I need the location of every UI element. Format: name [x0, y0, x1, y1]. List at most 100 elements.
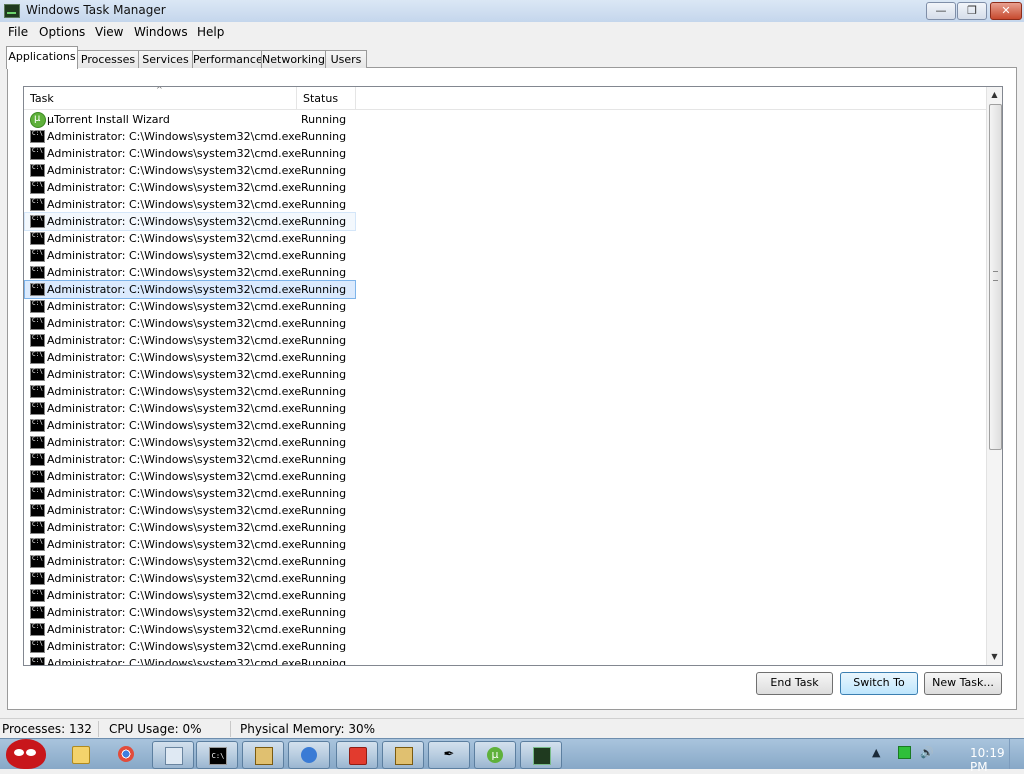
tab-networking[interactable]: Networking [261, 50, 326, 68]
cmd-icon [30, 521, 45, 534]
list-item[interactable]: Administrator: C:\Windows\system32\cmd.e… [25, 417, 355, 434]
scroll-down-icon[interactable]: ▼ [987, 649, 1002, 665]
end-task-button[interactable]: End Task [756, 672, 833, 695]
restore-button[interactable]: ❐ [957, 2, 987, 20]
list-item[interactable]: Administrator: C:\Windows\system32\cmd.e… [25, 366, 355, 383]
taskbar-notepad[interactable] [152, 741, 194, 769]
new-task-button[interactable]: New Task... [924, 672, 1002, 695]
list-item[interactable]: Administrator: C:\Windows\system32\cmd.e… [25, 485, 355, 502]
show-desktop-button[interactable] [1009, 739, 1024, 769]
cmd-icon [30, 147, 45, 160]
scroll-up-icon[interactable]: ▲ [987, 87, 1002, 103]
taskbar-task-manager[interactable] [520, 741, 562, 769]
task-status: Running [301, 283, 347, 296]
cmd-icon [30, 606, 45, 619]
menu-options[interactable]: Options [39, 25, 85, 39]
tab-processes[interactable]: Processes [77, 50, 139, 68]
tab-users[interactable]: Users [325, 50, 367, 68]
list-item[interactable]: Administrator: C:\Windows\system32\cmd.e… [24, 212, 356, 231]
task-name: Administrator: C:\Windows\system32\cmd.e… [47, 453, 302, 466]
list-item[interactable]: Administrator: C:\Windows\system32\cmd.e… [25, 349, 355, 366]
cmd-icon [30, 317, 45, 330]
cmd-icon [30, 181, 45, 194]
task-status: Running [301, 334, 347, 347]
taskbar-video[interactable] [336, 741, 378, 769]
list-item[interactable]: µTorrent Install Wizard Running [25, 111, 355, 128]
disk-icon [255, 747, 273, 765]
list-item[interactable]: Administrator: C:\Windows\system32\cmd.e… [25, 502, 355, 519]
task-status: Running [301, 504, 347, 517]
taskbar-chrome[interactable] [106, 741, 146, 767]
network-icon[interactable] [898, 746, 911, 759]
menu-windows[interactable]: Windows [134, 25, 188, 39]
title-bar: Windows Task Manager — ❐ ✕ [0, 0, 1024, 23]
vertical-scrollbar[interactable]: ▲ ▼ [986, 87, 1002, 665]
list-item[interactable]: Administrator: C:\Windows\system32\cmd.e… [25, 145, 355, 162]
list-item[interactable]: Administrator: C:\Windows\system32\cmd.e… [25, 655, 355, 665]
taskbar-paint[interactable] [288, 741, 330, 769]
close-button[interactable]: ✕ [990, 2, 1022, 20]
start-button[interactable] [2, 737, 48, 769]
minimize-button[interactable]: — [926, 2, 956, 20]
volume-icon[interactable]: 🔊 [920, 746, 934, 759]
applications-list[interactable]: ^ Task Status µTorrent Install Wizard Run… [23, 86, 1003, 666]
list-item[interactable]: Administrator: C:\Windows\system32\cmd.e… [25, 400, 355, 417]
switch-to-button[interactable]: Switch To [840, 672, 918, 695]
list-item[interactable]: Administrator: C:\Windows\system32\cmd.e… [25, 434, 355, 451]
list-item[interactable]: Administrator: C:\Windows\system32\cmd.e… [25, 451, 355, 468]
list-item[interactable]: Administrator: C:\Windows\system32\cmd.e… [25, 179, 355, 196]
list-item[interactable]: Administrator: C:\Windows\system32\cmd.e… [25, 468, 355, 485]
cmd-icon [30, 453, 45, 466]
list-item[interactable]: Administrator: C:\Windows\system32\cmd.e… [25, 638, 355, 655]
task-name: Administrator: C:\Windows\system32\cmd.e… [47, 181, 302, 194]
cmd-icon [30, 130, 45, 143]
taskbar-utorrent[interactable]: µ [474, 741, 516, 769]
taskbar-disk[interactable] [242, 741, 284, 769]
list-item[interactable]: Administrator: C:\Windows\system32\cmd.e… [25, 315, 355, 332]
tab-applications[interactable]: Applications [6, 46, 78, 69]
task-name: Administrator: C:\Windows\system32\cmd.e… [47, 402, 302, 415]
list-item[interactable]: Administrator: C:\Windows\system32\cmd.e… [25, 332, 355, 349]
cmd-icon [30, 215, 45, 228]
menu-help[interactable]: Help [197, 25, 224, 39]
column-header-task[interactable]: ^ Task [24, 87, 297, 109]
taskbar-feather[interactable]: ✒ [428, 741, 470, 769]
menu-view[interactable]: View [95, 25, 123, 39]
scroll-thumb[interactable] [989, 104, 1002, 450]
column-label-status: Status [303, 92, 339, 105]
tools-icon [395, 747, 413, 765]
list-item[interactable]: Administrator: C:\Windows\system32\cmd.e… [24, 280, 356, 299]
taskbar-cmd[interactable]: C:\ [196, 741, 238, 769]
list-item[interactable]: Administrator: C:\Windows\system32\cmd.e… [25, 553, 355, 570]
list-item[interactable]: Administrator: C:\Windows\system32\cmd.e… [25, 196, 355, 213]
list-item[interactable]: Administrator: C:\Windows\system32\cmd.e… [25, 230, 355, 247]
menu-file[interactable]: File [8, 25, 28, 39]
list-item[interactable]: Administrator: C:\Windows\system32\cmd.e… [25, 570, 355, 587]
task-status: Running [301, 470, 347, 483]
list-item[interactable]: Administrator: C:\Windows\system32\cmd.e… [25, 587, 355, 604]
taskbar-folder[interactable] [60, 741, 100, 767]
list-item[interactable]: Administrator: C:\Windows\system32\cmd.e… [25, 604, 355, 621]
list-item[interactable]: Administrator: C:\Windows\system32\cmd.e… [25, 383, 355, 400]
task-status: Running [301, 351, 347, 364]
taskbar-tools[interactable] [382, 741, 424, 769]
task-status: Running [301, 589, 347, 602]
tab-performance[interactable]: Performance [192, 50, 263, 68]
tab-services[interactable]: Services [138, 50, 193, 68]
list-item[interactable]: Administrator: C:\Windows\system32\cmd.e… [25, 536, 355, 553]
task-status: Running [301, 215, 347, 228]
list-item[interactable]: Administrator: C:\Windows\system32\cmd.e… [25, 264, 355, 281]
task-name: Administrator: C:\Windows\system32\cmd.e… [47, 249, 302, 262]
task-name: Administrator: C:\Windows\system32\cmd.e… [47, 317, 302, 330]
list-item[interactable]: Administrator: C:\Windows\system32\cmd.e… [25, 162, 355, 179]
task-name: Administrator: C:\Windows\system32\cmd.e… [47, 147, 302, 160]
cmd-icon [30, 419, 45, 432]
column-header-status[interactable]: Status [297, 87, 356, 109]
list-item[interactable]: Administrator: C:\Windows\system32\cmd.e… [25, 298, 355, 315]
list-item[interactable]: Administrator: C:\Windows\system32\cmd.e… [25, 247, 355, 264]
list-item[interactable]: Administrator: C:\Windows\system32\cmd.e… [25, 128, 355, 145]
tray-expand-icon[interactable]: ▲ [872, 746, 880, 759]
list-item[interactable]: Administrator: C:\Windows\system32\cmd.e… [25, 519, 355, 536]
list-item[interactable]: Administrator: C:\Windows\system32\cmd.e… [25, 621, 355, 638]
task-status: Running [301, 487, 347, 500]
